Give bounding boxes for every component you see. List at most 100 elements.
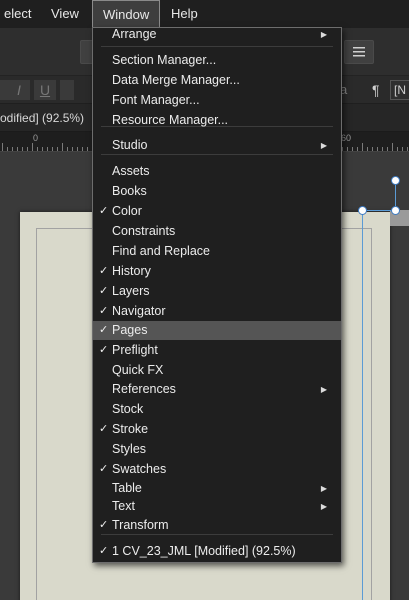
ruler-tick (342, 147, 343, 151)
checkmark-icon: ✓ (99, 285, 109, 297)
rotation-handle[interactable] (391, 176, 400, 185)
ruler-tick (57, 147, 58, 151)
submenu-arrow-icon: ▶ (320, 30, 327, 39)
ruler-tick (407, 147, 408, 151)
submenu-arrow-icon: ▶ (320, 502, 327, 511)
menu-item-data-merge-manager[interactable]: Data Merge Manager... (93, 71, 341, 90)
menu-item-label: Books (112, 184, 147, 198)
menu-item-1-cv-23-jml-modified-92-5[interactable]: ✓ 1 CV_23_JML [Modified] (92.5%) (93, 542, 341, 561)
underline-button[interactable]: U (34, 80, 56, 100)
menu-item-font-manager[interactable]: Font Manager... (93, 91, 341, 110)
ruler-tick (72, 147, 73, 151)
menu-item-label: Preflight (112, 343, 158, 357)
menu-item-stroke[interactable]: ✓ Stroke (93, 420, 341, 439)
menu-item-styles[interactable]: Styles (93, 440, 341, 459)
italic-button[interactable]: I (8, 80, 30, 100)
menu-item-label: History (112, 264, 151, 278)
ruler-tick (402, 147, 403, 151)
menu-item-label: Section Manager... (112, 53, 217, 67)
menu-item-studio[interactable]: Studio ▶ (93, 136, 341, 155)
checkmark-icon: ✓ (99, 324, 109, 336)
checkmark-icon: ✓ (99, 423, 109, 435)
document-tab[interactable]: odified] (92.5%) (0, 104, 84, 132)
menu-item-color[interactable]: ✓ Color (93, 202, 341, 221)
selection-guide (362, 210, 363, 600)
menu-select[interactable]: elect (0, 0, 41, 28)
ruler-tick (382, 147, 383, 151)
menu-item-pages[interactable]: ✓ Pages (93, 321, 341, 340)
submenu-arrow-icon: ▶ (320, 484, 327, 493)
ruler-tick (22, 147, 23, 151)
menu-view[interactable]: View (41, 0, 89, 28)
ruler-tick (27, 147, 28, 151)
menu-item-label: Quick FX (112, 363, 164, 377)
ruler-tick (357, 147, 358, 151)
menu-item-navigator[interactable]: ✓ Navigator (93, 302, 341, 321)
ruler-label: 60 (341, 133, 352, 143)
menu-item-label: Text (112, 499, 135, 513)
ruler-tick (392, 143, 393, 151)
selection-handle[interactable] (358, 206, 367, 215)
menu-item-preflight[interactable]: ✓ Preflight (93, 341, 341, 360)
ruler-tick (367, 147, 368, 151)
checkmark-icon: ✓ (99, 205, 109, 217)
menu-item-arrange[interactable]: Arrange ▶ (93, 25, 341, 44)
menu-item-stock[interactable]: Stock (93, 400, 341, 419)
menu-separator (101, 46, 333, 47)
menu-item-label: Color (112, 204, 142, 218)
menu-item-swatches[interactable]: ✓ Swatches (93, 460, 341, 479)
menu-item-label: Layers (112, 284, 150, 298)
ruler-tick (52, 147, 53, 151)
ruler-tick (42, 147, 43, 151)
menu-item-label: Pages (112, 323, 148, 337)
ruler-tick (377, 147, 378, 151)
menu-item-table[interactable]: Table ▶ (93, 479, 341, 498)
menu-help[interactable]: Help (161, 0, 208, 28)
menu-item-books[interactable]: Books (93, 182, 341, 201)
menu-item-label: Font Manager... (112, 93, 200, 107)
ruler-tick (37, 147, 38, 151)
ruler-label: 0 (33, 133, 39, 143)
menu-window[interactable]: Window (92, 0, 161, 28)
menu-item-label: Stock (112, 402, 144, 416)
menu-item-assets[interactable]: Assets (93, 162, 341, 181)
menu-item-transform[interactable]: ✓ Transform (93, 516, 341, 535)
ruler-tick (352, 147, 353, 151)
menu-item-references[interactable]: References ▶ (93, 380, 341, 399)
menu-bar: elect View Window Help (0, 0, 409, 28)
menu-item-quick-fx[interactable]: Quick FX (93, 361, 341, 380)
menu-item-label: Navigator (112, 304, 166, 318)
ruler-tick (77, 147, 78, 151)
checkmark-icon: ✓ (99, 519, 109, 531)
ruler-tick (7, 147, 8, 151)
ruler-tick (362, 143, 363, 151)
menu-item-label: Constraints (112, 224, 176, 238)
checkmark-icon: ✓ (99, 344, 109, 356)
ruler-tick (397, 147, 398, 151)
menu-item-constraints[interactable]: Constraints (93, 222, 341, 241)
menu-item-history[interactable]: ✓ History (93, 262, 341, 281)
menu-item-section-manager[interactable]: Section Manager... (93, 51, 341, 70)
style-button[interactable] (60, 80, 74, 100)
checkmark-icon: ✓ (99, 545, 109, 557)
ruler-tick (87, 147, 88, 151)
menu-item-label: Data Merge Manager... (112, 73, 240, 87)
align-text-button[interactable] (344, 40, 374, 64)
checkmark-icon: ✓ (99, 463, 109, 475)
ruler-tick (67, 147, 68, 151)
menu-item-resource-manager[interactable]: Resource Manager... (93, 111, 341, 130)
ruler-tick (12, 147, 13, 151)
ruler-tick (2, 143, 3, 151)
pilcrow-icon[interactable]: ¶ (372, 80, 380, 100)
menu-item-find-and-replace[interactable]: Find and Replace (93, 242, 341, 261)
menu-item-label: Arrange (112, 27, 157, 41)
menu-item-label: Table (112, 481, 142, 495)
paragraph-style-field[interactable]: [N (390, 80, 409, 100)
ruler-tick (347, 147, 348, 151)
selection-handle[interactable] (391, 206, 400, 215)
menu-item-label: Find and Replace (112, 244, 210, 258)
menu-item-label: Assets (112, 164, 150, 178)
checkmark-icon: ✓ (99, 305, 109, 317)
menu-item-text[interactable]: Text ▶ (93, 497, 341, 516)
menu-item-layers[interactable]: ✓ Layers (93, 282, 341, 301)
